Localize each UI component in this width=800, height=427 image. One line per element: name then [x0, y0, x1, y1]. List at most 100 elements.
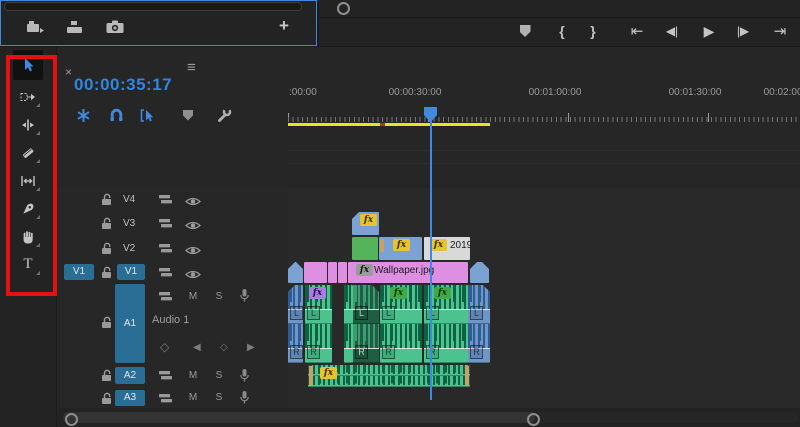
mic-icon[interactable]	[239, 288, 250, 308]
sync-lock-icon[interactable]	[158, 217, 173, 235]
linked-selection-button[interactable]	[136, 105, 160, 125]
ripple-edit-tool[interactable]	[13, 112, 43, 137]
panel-menu-icon[interactable]: ≡	[187, 59, 196, 76]
mute-button[interactable]: M	[186, 370, 200, 381]
track-target-a1[interactable]: A1	[115, 284, 145, 363]
prev-keyframe-icon[interactable]: ◀	[193, 342, 201, 353]
source-patch-v1[interactable]: V1	[64, 264, 94, 280]
video-clip[interactable]	[304, 262, 327, 283]
lane-a1[interactable]: L R L Rfx L R L Rfx L Rfx L R	[288, 284, 800, 365]
mark-in-button[interactable]: {	[551, 19, 573, 43]
horizontal-scrollbar[interactable]	[4, 2, 302, 11]
track-select-forward-tool[interactable]	[13, 84, 43, 109]
add-marker-button[interactable]	[514, 19, 536, 43]
go-to-out-button[interactable]: ⇥	[769, 19, 791, 43]
close-icon[interactable]: ×	[65, 65, 72, 79]
eye-icon[interactable]	[185, 194, 201, 212]
track-header-v2[interactable]: V2	[57, 236, 288, 262]
export-frame-button[interactable]	[103, 17, 127, 37]
video-clip[interactable]	[470, 262, 489, 283]
sync-lock-icon[interactable]	[158, 242, 173, 260]
audio-clip[interactable]	[344, 285, 353, 363]
video-clip[interactable]	[328, 262, 337, 283]
scrollbar-knob[interactable]	[337, 2, 350, 15]
eye-icon[interactable]	[185, 267, 201, 285]
track-target-v1[interactable]: V1	[117, 264, 145, 280]
timecode-display[interactable]: 00:00:35:17	[74, 75, 172, 95]
solo-button[interactable]: S	[212, 370, 226, 381]
video-clip[interactable]	[338, 262, 347, 283]
mic-icon[interactable]	[239, 390, 250, 410]
step-back-button[interactable]: ◀|	[661, 19, 683, 43]
eye-icon[interactable]	[185, 243, 201, 261]
play-button[interactable]: ▶	[698, 19, 720, 43]
mic-icon[interactable]	[239, 368, 250, 388]
lock-icon[interactable]	[101, 217, 113, 235]
type-tool[interactable]: T	[13, 252, 43, 277]
lane-v4[interactable]	[288, 188, 800, 212]
mark-out-button[interactable]: }	[582, 19, 604, 43]
track-header-a1[interactable]: A1 M S Audio 1 ◇ ◀ ◇ ▶	[57, 284, 288, 365]
track-header-v4[interactable]: V4	[57, 188, 288, 212]
track-header-v1[interactable]: V1 V1	[57, 261, 288, 285]
keyframe-icon[interactable]: ◇	[160, 340, 169, 354]
timeline-hscrollbar[interactable]	[57, 408, 800, 427]
pen-tool[interactable]	[13, 196, 43, 221]
nest-toggle-button[interactable]	[71, 105, 95, 125]
sync-lock-icon[interactable]	[158, 266, 173, 284]
sync-lock-icon[interactable]	[158, 193, 173, 211]
eye-icon[interactable]	[185, 218, 201, 236]
video-clip[interactable]	[352, 237, 378, 260]
volume-line[interactable]	[344, 347, 353, 349]
audio-clip[interactable]: LR	[353, 285, 379, 363]
audio-clip[interactable]: fx	[308, 365, 470, 387]
lane-a3[interactable]	[288, 388, 800, 409]
button-editor-plus[interactable]: +	[273, 15, 295, 37]
horizontal-scrollbar[interactable]	[319, 0, 800, 18]
zoom-handle-right[interactable]	[527, 413, 540, 426]
step-forward-button[interactable]: |▶	[732, 19, 754, 43]
audio-clip[interactable]: L Rfx	[305, 285, 332, 363]
video-clip[interactable]: fx	[379, 237, 422, 260]
mute-button[interactable]: M	[186, 291, 200, 302]
time-ruler[interactable]	[288, 113, 800, 122]
timeline-settings-button[interactable]	[212, 105, 236, 125]
scrollbar-active-range[interactable]	[63, 412, 535, 423]
track-target-a2[interactable]: A2	[115, 367, 145, 384]
extract-button[interactable]	[63, 17, 87, 37]
hand-tool[interactable]	[13, 224, 43, 249]
lock-icon[interactable]	[101, 242, 113, 260]
video-clip[interactable]: fx	[352, 212, 379, 235]
lane-v3[interactable]: fx	[288, 211, 800, 237]
solo-button[interactable]: S	[212, 392, 226, 403]
lock-icon[interactable]	[101, 316, 113, 334]
lift-button[interactable]	[23, 17, 47, 37]
add-keyframe-icon[interactable]: ◇	[220, 342, 228, 353]
zoom-handle-left[interactable]	[65, 413, 78, 426]
add-marker-button[interactable]	[176, 105, 200, 125]
timeline-content[interactable]: :00:00 00:00:30:00 00:01:00:00 00:01:30:…	[288, 47, 800, 427]
lock-icon[interactable]	[101, 369, 113, 387]
lane-v1[interactable]: fx Wallpaper.jpg	[288, 261, 800, 285]
audio-clip[interactable]: L Rfx	[380, 285, 422, 363]
snap-toggle-button[interactable]	[104, 105, 128, 125]
sync-lock-icon[interactable]	[158, 369, 173, 387]
slip-tool[interactable]	[13, 168, 43, 193]
lock-icon[interactable]	[101, 193, 113, 211]
lock-icon[interactable]	[101, 266, 113, 284]
selection-tool[interactable]	[13, 50, 43, 80]
audio-clip[interactable]: LR	[468, 285, 490, 363]
lane-v2[interactable]: fx fx 2019	[288, 236, 800, 262]
volume-line[interactable]	[344, 308, 353, 310]
track-label[interactable]: V4	[123, 194, 135, 205]
mute-button[interactable]: M	[186, 392, 200, 403]
track-label[interactable]: V3	[123, 218, 135, 229]
next-keyframe-icon[interactable]: ▶	[247, 342, 255, 353]
go-to-in-button[interactable]: ⇤	[626, 19, 648, 43]
track-label[interactable]: V2	[123, 243, 135, 254]
solo-button[interactable]: S	[212, 291, 226, 302]
track-name[interactable]: Audio 1	[152, 314, 189, 326]
audio-clip[interactable]: LR	[288, 285, 303, 363]
razor-tool[interactable]	[13, 140, 43, 165]
track-header-v3[interactable]: V3	[57, 211, 288, 237]
